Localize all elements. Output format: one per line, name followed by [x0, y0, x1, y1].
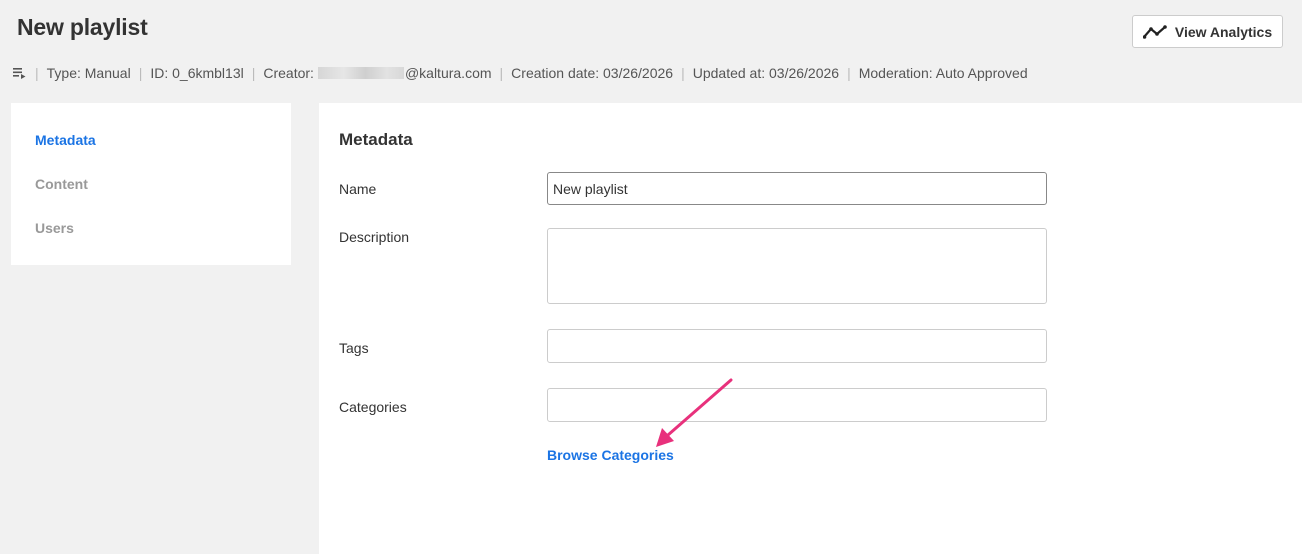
meta-separator: | [251, 65, 256, 81]
meta-creator-suffix: @kaltura.com [404, 65, 492, 81]
meta-separator: | [499, 65, 504, 81]
description-textarea[interactable] [547, 228, 1047, 304]
name-label: Name [339, 181, 377, 197]
meta-type: Type: Manual [46, 65, 131, 81]
playlist-icon [13, 66, 27, 80]
meta-separator: | [847, 65, 851, 81]
sidebar-item-users[interactable]: Users [11, 218, 291, 262]
tags-input[interactable] [547, 329, 1047, 363]
meta-separator: | [35, 65, 39, 81]
meta-creator-prefix: Creator: [263, 65, 314, 81]
meta-creation-date: Creation date: 03/26/2026 [511, 65, 674, 81]
sidebar-item-content[interactable]: Content [11, 174, 291, 218]
view-analytics-label: View Analytics [1174, 23, 1273, 40]
meta-id: ID: 0_6kmbl13l [150, 65, 244, 81]
meta-separator: | [681, 65, 685, 81]
categories-label: Categories [339, 399, 407, 415]
name-input[interactable] [547, 172, 1047, 205]
sidebar-nav: Metadata Content Users [11, 103, 291, 265]
page-title: New playlist [17, 14, 148, 40]
sidebar-item-metadata[interactable]: Metadata [11, 130, 291, 174]
tags-label: Tags [339, 340, 369, 356]
meta-updated-at: Updated at: 03/26/2026 [692, 65, 840, 81]
meta-separator: | [138, 65, 143, 81]
playlist-meta-bar: | Type: Manual | ID: 0_6kmbl13l | Creato… [13, 65, 1028, 81]
section-title: Metadata [339, 130, 413, 149]
view-analytics-button[interactable]: View Analytics [1132, 15, 1283, 48]
categories-input[interactable] [547, 388, 1047, 422]
line-chart-icon [1142, 24, 1167, 39]
meta-moderation: Moderation: Auto Approved [858, 65, 1028, 81]
metadata-panel: Metadata Name Description Tags Categorie… [319, 103, 1302, 554]
redacted-creator-email [317, 67, 404, 79]
browse-categories-link[interactable]: Browse Categories [547, 447, 674, 463]
description-label: Description [339, 229, 410, 245]
